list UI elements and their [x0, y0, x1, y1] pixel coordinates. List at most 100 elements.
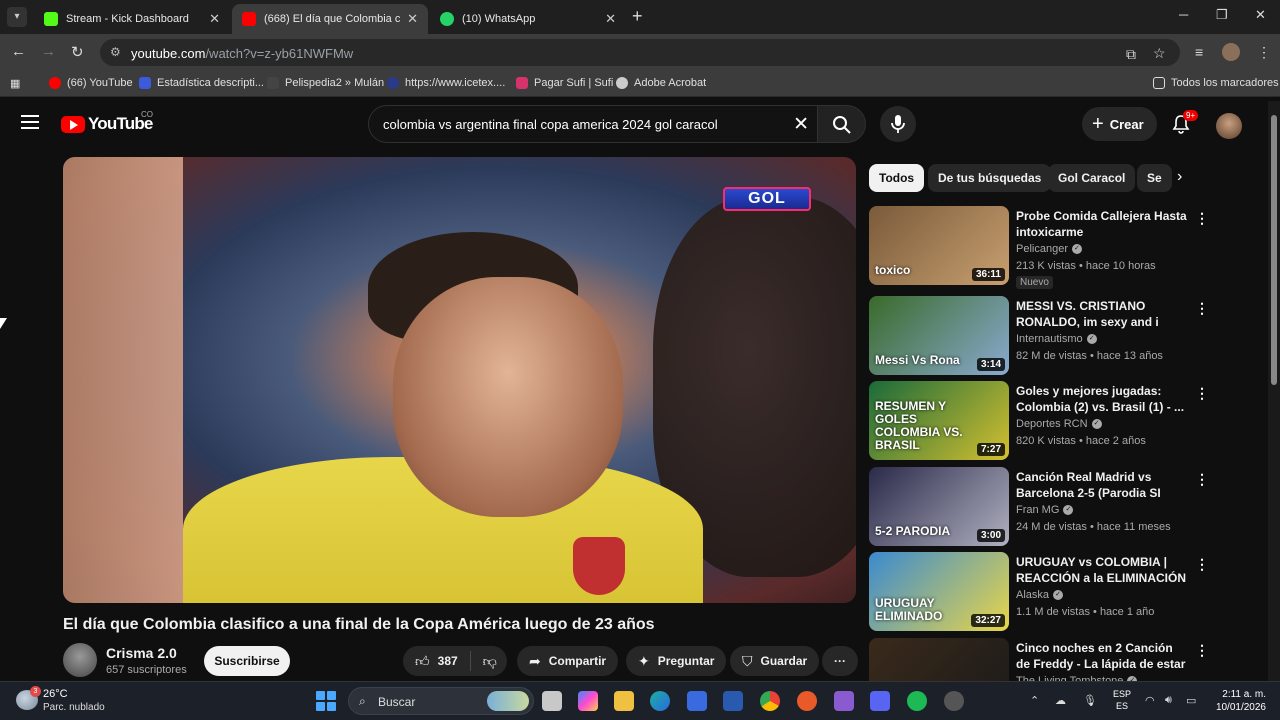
voice-search-button[interactable] — [880, 106, 916, 142]
create-button[interactable]: + Crear — [1082, 107, 1157, 141]
search-button[interactable] — [818, 105, 866, 143]
file-explorer-icon[interactable] — [614, 691, 634, 711]
recommendation-channel[interactable]: Fran MG ✓ — [1016, 504, 1074, 516]
maximize-button[interactable]: ❐ — [1216, 7, 1228, 23]
video-player[interactable]: GOL — [63, 157, 856, 603]
recommendation-title[interactable]: Probe Comida Callejera Hasta intoxicarme — [1016, 208, 1188, 240]
video-thumbnail[interactable]: Messi Vs Rona 3:14 — [869, 296, 1009, 375]
bookmark-icetex[interactable]: https://www.icetex.... — [387, 77, 505, 89]
search-input[interactable]: colombia vs argentina final copa america… — [368, 105, 818, 143]
share-button[interactable]: ➦ Compartir — [517, 646, 619, 676]
recommendation-item[interactable]: toxico 36:11 Probe Comida Callejera Hasta … — [869, 206, 1209, 289]
video-thumbnail[interactable]: RESUMEN Y GOLES COLOMBIA VS. BRASIL 7:27 — [869, 381, 1009, 460]
tab-kick-dashboard[interactable]: Stream - Kick Dashboard ✕ — [34, 4, 230, 34]
recommendation-item[interactable]: 5-2 PARODIA 3:00 Canción Real Madrid vs Ba… — [869, 467, 1209, 547]
ask-button[interactable]: ✦ Preguntar — [626, 646, 727, 676]
copilot-icon[interactable] — [578, 691, 598, 711]
all-bookmarks-folder[interactable]: Todos los marcadores — [1153, 77, 1279, 89]
video-thumbnail[interactable]: toxico 36:11 — [869, 206, 1009, 285]
more-options-icon[interactable]: ⋮ — [1195, 385, 1209, 402]
recommendation-channel[interactable]: Pelicanger ✓ — [1016, 243, 1082, 255]
firefox-icon[interactable] — [797, 691, 817, 711]
url-text[interactable]: youtube.com/watch?v=z-yb61NWFMw — [131, 46, 353, 61]
account-avatar[interactable] — [1216, 113, 1242, 139]
save-button[interactable]: ⛉ Guardar — [730, 646, 820, 676]
profile-avatar[interactable] — [1222, 43, 1240, 61]
close-window-button[interactable]: ✕ — [1255, 7, 1266, 23]
youtube-logo[interactable]: YouTube CO — [61, 110, 153, 134]
back-button[interactable]: ← — [11, 43, 26, 60]
reload-button[interactable]: ↻ — [71, 43, 84, 61]
address-bar[interactable]: ⚙ youtube.com/watch?v=z-yb61NWFMw ⧉ ☆ — [100, 39, 1180, 66]
more-options-icon[interactable]: ⋮ — [1195, 210, 1209, 227]
recommendation-item[interactable]: RESUMEN Y GOLES COLOMBIA VS. BRASIL 7:27 G… — [869, 381, 1209, 461]
recommendation-item[interactable]: Messi Vs Rona 3:14 MESSI VS. CRISTIANO RON… — [869, 296, 1209, 376]
onedrive-icon[interactable]: ☁ — [1055, 694, 1066, 707]
close-tab-icon[interactable]: ✕ — [209, 11, 220, 27]
discord-icon[interactable] — [870, 691, 890, 711]
edge-icon[interactable] — [650, 691, 670, 711]
dislike-button[interactable]: 👎︎ — [483, 653, 497, 670]
chevron-right-icon[interactable]: › — [1177, 168, 1182, 186]
spotify-icon[interactable] — [907, 691, 927, 711]
recommendation-title[interactable]: Canción Real Madrid vs Barcelona 2-5 (Pa… — [1016, 469, 1188, 501]
recommendation-channel[interactable]: Internautismo ✓ — [1016, 333, 1097, 345]
windows-start-button[interactable] — [316, 691, 336, 711]
channel-name[interactable]: Crisma 2.0 — [106, 645, 177, 661]
install-app-icon[interactable]: ⧉ — [1126, 46, 1136, 63]
system-clock[interactable]: 2:11 a. m. 10/01/2026 — [1208, 688, 1266, 714]
recommendation-title[interactable]: URUGUAY vs COLOMBIA | REACCIÓN a la ELIM… — [1016, 554, 1188, 586]
bookmark-adobe-acrobat[interactable]: Adobe Acrobat — [616, 77, 706, 89]
page-scrollbar[interactable] — [1268, 101, 1280, 681]
like-button[interactable]: 👍︎ 387 — [415, 653, 458, 670]
more-options-icon[interactable]: ⋮ — [1195, 471, 1209, 488]
media-controls-icon[interactable]: ≡ — [1195, 44, 1203, 60]
recommendation-title[interactable]: MESSI VS. CRISTIANO RONALDO, im sexy and… — [1016, 298, 1188, 330]
more-options-icon[interactable]: ⋮ — [1195, 300, 1209, 317]
chip-more[interactable]: Se — [1137, 164, 1172, 192]
chip-gol-caracol[interactable]: Gol Caracol — [1048, 164, 1136, 192]
tab-youtube-video[interactable]: (668) El día que Colombia clasifi ✕ — [232, 4, 428, 34]
microphone-tray-icon[interactable]: 🎙︎ — [1083, 694, 1097, 707]
recommendation-item[interactable]: URUGUAY ELIMINADO 32:27 URUGUAY vs COLOMBI… — [869, 552, 1209, 632]
chip-todos[interactable]: Todos — [869, 164, 925, 192]
recommendation-title[interactable]: Cinco noches en 2 Canción de Freddy - La… — [1016, 640, 1188, 672]
tab-search-button[interactable]: ▾ — [7, 7, 27, 27]
recommendation-channel[interactable]: Alaska ✓ — [1016, 589, 1064, 601]
wifi-icon[interactable]: ◠ — [1145, 694, 1155, 707]
more-actions-button[interactable]: ··· — [822, 646, 858, 676]
recommendation-channel[interactable]: Deportes RCN ✓ — [1016, 418, 1102, 430]
bookmark-sufi[interactable]: Pagar Sufi | Sufi — [516, 77, 613, 89]
gamepad-icon[interactable] — [834, 691, 854, 711]
site-info-icon[interactable]: ⚙ — [110, 45, 121, 59]
new-tab-button[interactable]: + — [632, 6, 643, 27]
bookmark-estadistica[interactable]: Estadística descripti... — [139, 77, 264, 89]
more-options-icon[interactable]: ⋮ — [1195, 642, 1209, 659]
more-options-icon[interactable]: ⋮ — [1195, 556, 1209, 573]
obs-icon[interactable] — [944, 691, 964, 711]
taskbar-search[interactable]: ⌕ Buscar — [348, 687, 534, 715]
bookmark-youtube[interactable]: (66) YouTube — [49, 77, 133, 89]
minimize-button[interactable]: ─ — [1179, 7, 1188, 22]
chip-de-tus-busquedas[interactable]: De tus búsquedas — [928, 164, 1052, 192]
chevron-up-icon[interactable]: ⌃ — [1030, 694, 1039, 707]
forward-button[interactable]: → — [41, 43, 56, 60]
recommendation-title[interactable]: Goles y mejores jugadas: Colombia (2) vs… — [1016, 383, 1188, 415]
subscribe-button[interactable]: Suscribirse — [204, 646, 290, 676]
volume-icon[interactable]: 🔊︎ — [1165, 694, 1172, 707]
language-indicator[interactable]: ESP ES — [1113, 688, 1131, 712]
bookmark-star-icon[interactable]: ☆ — [1153, 45, 1166, 62]
menu-icon[interactable] — [21, 115, 39, 129]
store-icon[interactable] — [687, 691, 707, 711]
battery-icon[interactable]: ▭ — [1186, 694, 1196, 707]
apps-grid-icon[interactable]: ▦ — [10, 77, 20, 90]
bookmark-pelispedia[interactable]: Pelispedia2 » Mulán — [267, 77, 384, 89]
chrome-icon[interactable] — [760, 691, 780, 711]
video-thumbnail[interactable]: 5-2 PARODIA 3:00 — [869, 467, 1009, 546]
close-tab-icon[interactable]: ✕ — [605, 11, 616, 27]
tab-whatsapp[interactable]: (10) WhatsApp ✕ — [430, 4, 626, 34]
task-view-icon[interactable] — [542, 691, 562, 711]
chrome-menu-icon[interactable]: ⋮ — [1257, 44, 1271, 61]
clear-search-icon[interactable]: ✕ — [793, 113, 809, 136]
video-thumbnail[interactable]: URUGUAY ELIMINADO 32:27 — [869, 552, 1009, 631]
